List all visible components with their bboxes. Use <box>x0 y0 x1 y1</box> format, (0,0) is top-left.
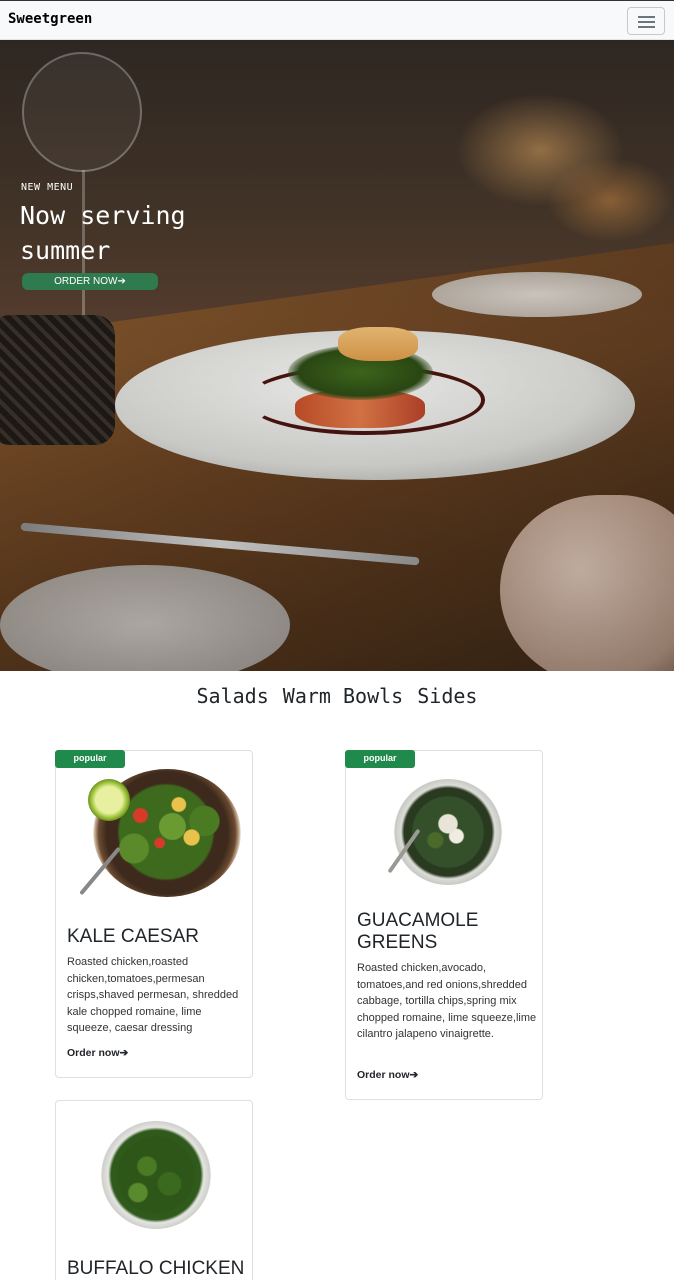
card-description: Roasted chicken,avocado, tomatoes,and re… <box>357 962 537 1040</box>
arrow-right-icon: ➔ <box>409 1069 419 1081</box>
brand-logo[interactable]: Sweetgreen <box>8 11 92 27</box>
card-title: GUACAMOLE GREENS <box>357 910 479 953</box>
menu-card-kale-caesar: popular KALE CAESAR Roasted chicken,roas… <box>55 750 253 1078</box>
buffalo-chicken-image <box>56 1101 254 1266</box>
arrow-right-icon: ➔ <box>117 276 126 287</box>
guacamole-greens-image <box>346 751 544 916</box>
navbar: Sweetgreen <box>0 0 674 40</box>
tab-salads[interactable]: Salads <box>197 684 269 708</box>
kale-caesar-image <box>56 751 254 916</box>
hero-order-now-button[interactable]: ORDER NOW➔ <box>22 273 158 290</box>
card-description: Roasted chicken,roasted chicken,tomatoes… <box>67 956 239 1034</box>
menu-toggle-button[interactable] <box>627 7 665 35</box>
tab-warm-bowls[interactable]: Warm Bowls <box>283 684 403 708</box>
menu-card-buffalo-chicken: BUFFALO CHICKEN <box>55 1100 253 1280</box>
order-now-link[interactable]: Order now➔ <box>357 1069 418 1081</box>
menu-card-guacamole-greens: popular GUACAMOLE GREENS Roasted chicken… <box>345 750 543 1100</box>
category-tabs: Salads Warm Bowls Sides <box>0 684 674 708</box>
popular-badge: popular <box>55 750 125 768</box>
tab-sides[interactable]: Sides <box>417 684 477 708</box>
card-title: BUFFALO CHICKEN <box>67 1258 245 1279</box>
arrow-right-icon: ➔ <box>119 1047 129 1059</box>
hamburger-menu-icon <box>638 16 655 18</box>
order-now-link[interactable]: Order now➔ <box>67 1047 128 1059</box>
popular-badge: popular <box>345 750 415 768</box>
hero-kicker: NEW MENU <box>21 182 74 193</box>
card-title: KALE CAESAR <box>67 926 199 947</box>
hero-title: Now serving summer <box>20 201 186 265</box>
hero-banner: NEW MENU Now serving summer ORDER NOW➔ <box>0 40 674 671</box>
